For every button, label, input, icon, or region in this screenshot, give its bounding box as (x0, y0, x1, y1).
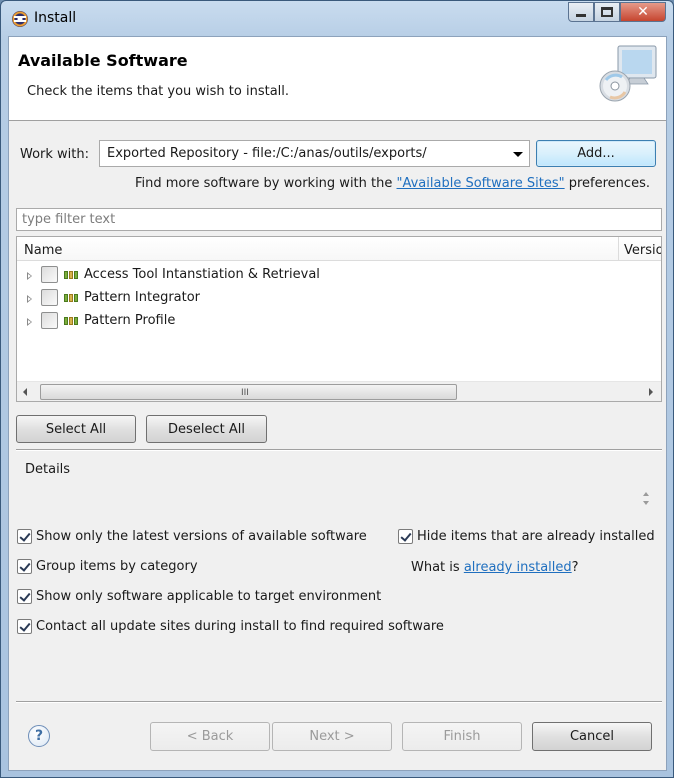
window-title: Install (34, 10, 77, 26)
find-more-suffix: preferences. (564, 176, 650, 191)
details-scroll-spinner[interactable] (641, 490, 653, 508)
what-is-installed-text: What is already installed? (411, 560, 579, 575)
next-button[interactable]: Next > (272, 722, 392, 751)
what-is-prefix: What is (411, 560, 464, 575)
scrollbar-grip: III (241, 388, 249, 398)
expand-arrow-icon[interactable] (27, 272, 32, 280)
scroll-left-icon[interactable] (23, 388, 27, 396)
category-icon (64, 317, 78, 325)
tree-item-label: Access Tool Intanstiation & Retrieval (84, 267, 320, 282)
work-with-combo[interactable]: Exported Repository - file:/C:/anas/outi… (99, 140, 530, 167)
contact-update-sites-checkbox[interactable] (17, 619, 32, 634)
work-with-value: Exported Repository - file:/C:/anas/outi… (107, 146, 427, 161)
latest-versions-checkbox[interactable] (17, 529, 32, 544)
add-button[interactable]: Add... (536, 140, 656, 167)
work-with-label: Work with: (20, 147, 90, 162)
filter-input[interactable] (17, 209, 661, 230)
group-by-category-checkbox[interactable] (17, 559, 32, 574)
window-controls: ✕ (568, 2, 666, 22)
already-installed-link[interactable]: already installed (464, 560, 572, 575)
find-more-text: Find more software by working with the "… (135, 176, 650, 191)
details-area (16, 468, 662, 518)
tree-row[interactable]: Access Tool Intanstiation & Retrieval (17, 264, 661, 286)
cancel-button[interactable]: Cancel (532, 722, 652, 751)
category-icon (64, 294, 78, 302)
tree-row[interactable]: Pattern Integrator (17, 287, 661, 309)
group-by-category-label: Group items by category (36, 559, 198, 574)
latest-versions-label: Show only the latest versions of availab… (36, 529, 367, 544)
hide-installed-label: Hide items that are already installed (417, 529, 655, 544)
title-bar[interactable]: Install ✕ (1, 1, 673, 35)
maximize-button[interactable] (594, 2, 620, 22)
install-window: Install ✕ Available Software Check the i… (0, 0, 674, 778)
minimize-button[interactable] (568, 2, 594, 22)
page-description: Check the items that you wish to install… (27, 84, 290, 99)
wizard-header: Available Software Check the items that … (9, 37, 666, 121)
expand-arrow-icon[interactable] (27, 318, 32, 326)
install-software-icon (598, 42, 660, 106)
back-button[interactable]: < Back (150, 722, 270, 751)
scrollbar-thumb[interactable]: III (40, 384, 457, 400)
tree-header: Name Version (17, 237, 661, 261)
target-environment-checkbox[interactable] (17, 589, 32, 604)
spin-up-icon[interactable] (643, 492, 649, 496)
maximize-icon (601, 7, 613, 17)
separator (16, 701, 662, 703)
wizard-body: Available Software Check the items that … (8, 36, 667, 771)
item-checkbox[interactable] (41, 266, 58, 283)
item-checkbox[interactable] (41, 312, 58, 329)
filter-box (16, 208, 662, 231)
tree-item-label: Pattern Profile (84, 313, 176, 328)
eclipse-icon (12, 11, 28, 27)
column-divider[interactable] (618, 237, 619, 261)
minimize-icon (576, 13, 586, 17)
what-is-suffix: ? (571, 560, 579, 575)
tree-item-label: Pattern Integrator (84, 290, 201, 305)
expand-arrow-icon[interactable] (27, 295, 32, 303)
horizontal-scrollbar[interactable]: III (17, 381, 661, 401)
tree-row[interactable]: Pattern Profile (17, 310, 661, 332)
software-tree: Name Version Access Tool Intanstiation &… (16, 236, 662, 402)
separator (16, 449, 662, 451)
find-more-prefix: Find more software by working with the (135, 176, 397, 191)
contact-update-sites-label: Contact all update sites during install … (36, 619, 444, 634)
spin-down-icon[interactable] (643, 501, 649, 505)
page-title: Available Software (18, 51, 188, 70)
column-header-version[interactable]: Version (624, 243, 661, 258)
chevron-down-icon[interactable] (513, 152, 523, 157)
select-all-button[interactable]: Select All (16, 415, 136, 443)
column-header-name[interactable]: Name (24, 243, 62, 258)
hide-installed-checkbox[interactable] (398, 529, 413, 544)
deselect-all-button[interactable]: Deselect All (146, 415, 267, 443)
finish-button[interactable]: Finish (402, 722, 522, 751)
close-button[interactable]: ✕ (620, 2, 666, 22)
item-checkbox[interactable] (41, 289, 58, 306)
target-environment-label: Show only software applicable to target … (36, 589, 382, 604)
available-software-sites-link[interactable]: "Available Software Sites" (397, 176, 565, 191)
help-icon[interactable]: ? (28, 725, 50, 747)
category-icon (64, 271, 78, 279)
close-icon: ✕ (637, 4, 649, 20)
scroll-right-icon[interactable] (649, 388, 653, 396)
